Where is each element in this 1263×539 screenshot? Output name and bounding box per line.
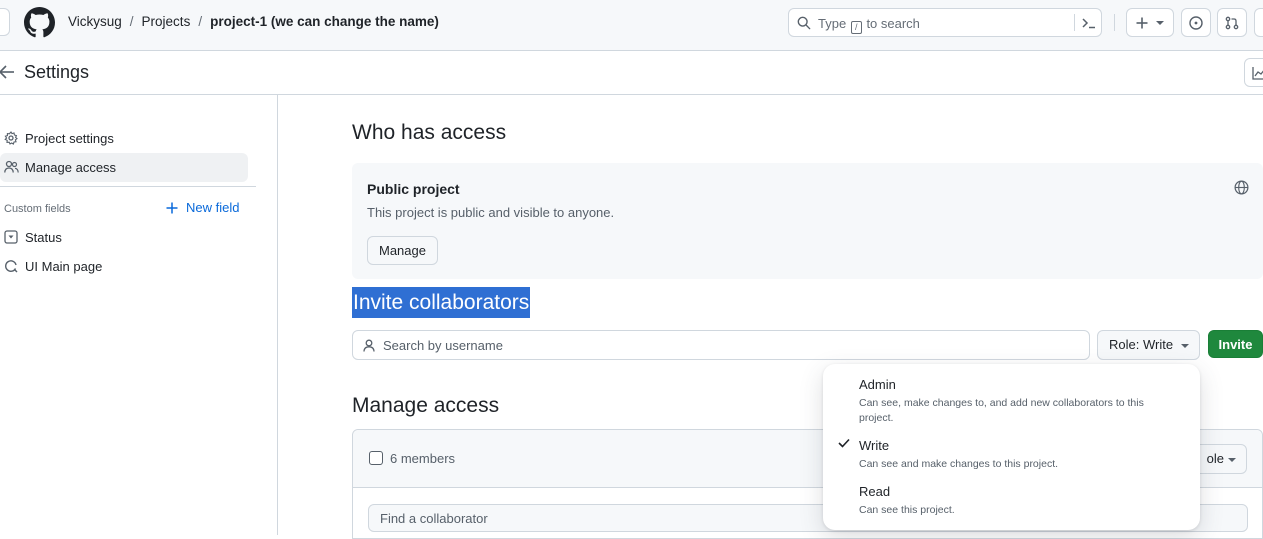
username-search-placeholder: Search by username: [383, 338, 503, 353]
header-divider: [1114, 14, 1115, 31]
find-collaborator-placeholder: Find a collaborator: [380, 511, 488, 526]
role-option-read[interactable]: Read Can see this project.: [823, 478, 1200, 522]
role-option-title: Write: [859, 438, 890, 453]
create-new-button[interactable]: [1126, 8, 1174, 37]
breadcrumb-separator: /: [198, 14, 203, 29]
breadcrumb-separator: /: [129, 14, 134, 29]
sidebar-field-label: UI Main page: [25, 259, 103, 274]
invite-button[interactable]: Invite: [1208, 330, 1263, 358]
manage-visibility-button[interactable]: Manage: [367, 236, 438, 265]
public-project-description: This project is public and visible to an…: [367, 205, 615, 220]
sidebar-field-status[interactable]: Status: [0, 223, 248, 252]
command-palette-icon[interactable]: [1081, 16, 1097, 30]
search-divider: [1074, 14, 1075, 31]
role-filter-label: ole: [1206, 451, 1224, 466]
inbox-button[interactable]: [1254, 8, 1263, 37]
role-select-button[interactable]: Role: Write: [1097, 330, 1200, 360]
role-option-admin[interactable]: Admin Can see, make changes to, and add …: [823, 364, 1200, 424]
global-search-input[interactable]: Type / to search: [788, 8, 1102, 37]
hamburger-icon: [0, 16, 2, 30]
graph-icon: [1252, 67, 1263, 80]
chevron-down-icon: [1181, 344, 1189, 348]
git-pull-request-icon: [1225, 16, 1239, 30]
person-icon: [363, 339, 375, 352]
custom-fields-heading: Custom fields: [4, 203, 71, 215]
role-option-write[interactable]: Write Can see and make changes to this p…: [823, 432, 1200, 472]
menu-button[interactable]: [0, 8, 10, 36]
sidebar-divider: [0, 186, 256, 187]
role-dropdown-menu: Admin Can see, make changes to, and add …: [823, 364, 1200, 530]
pull-requests-button[interactable]: [1217, 8, 1247, 37]
role-option-title: Read: [859, 484, 891, 499]
sidebar-field-label: Status: [25, 230, 62, 245]
chevron-down-icon: [1228, 458, 1236, 462]
sidebar-item-project-settings[interactable]: Project settings: [0, 124, 248, 153]
gear-icon: [4, 131, 18, 145]
new-field-button[interactable]: New field: [166, 200, 239, 215]
members-count: 6 members: [390, 451, 456, 466]
breadcrumb-owner[interactable]: Vickysug: [68, 14, 122, 29]
role-option-description: Can see, make changes to, and add new co…: [859, 397, 1144, 424]
globe-icon: [1234, 180, 1249, 195]
check-icon: [838, 438, 850, 448]
search-icon: [797, 16, 811, 30]
manage-access-heading: Manage access: [352, 394, 500, 417]
breadcrumb-projects[interactable]: Projects: [142, 14, 191, 29]
page-title: Settings: [24, 62, 90, 82]
settings-sidebar: Project settings Manage access Custom fi…: [0, 95, 278, 535]
sidebar-item-label: Manage access: [25, 160, 117, 175]
chevron-down-icon: [1156, 21, 1164, 25]
sidebar-field-ui-main-page[interactable]: UI Main page: [0, 252, 248, 281]
people-icon: [4, 160, 19, 173]
slash-key-hint: /: [850, 21, 862, 34]
username-search-input[interactable]: Search by username: [352, 330, 1090, 360]
role-option-description: Can see this project.: [859, 504, 955, 516]
plus-icon: [1136, 17, 1148, 29]
plus-icon: [166, 202, 178, 213]
sidebar-item-label: Project settings: [25, 131, 114, 146]
arrow-left-icon[interactable]: [0, 64, 16, 80]
role-select-label: Role: Write: [1109, 337, 1174, 352]
github-logo-icon[interactable]: [24, 7, 55, 38]
top-header: Vickysug / Projects / project-1 (we can …: [0, 0, 1263, 51]
role-option-description: Can see and make changes to this project…: [859, 458, 1059, 470]
single-select-icon: [4, 230, 18, 244]
public-project-title: Public project: [367, 181, 460, 197]
issue-opened-icon: [1189, 16, 1203, 30]
public-project-panel: Public project This project is public an…: [352, 163, 1263, 279]
invite-collaborators-heading: Invite collaborators: [352, 287, 531, 318]
role-option-title: Admin: [859, 377, 896, 392]
new-field-label: New field: [186, 200, 240, 215]
iteration-icon: [5, 260, 18, 273]
search-placeholder: Type / to search: [818, 16, 920, 34]
issues-button[interactable]: [1181, 8, 1211, 37]
breadcrumb-project[interactable]: project-1 (we can change the name): [210, 14, 439, 29]
sidebar-item-manage-access[interactable]: Manage access: [0, 153, 248, 182]
insights-button[interactable]: [1244, 58, 1263, 87]
breadcrumb: Vickysug / Projects / project-1 (we can …: [68, 14, 439, 29]
who-has-access-heading: Who has access: [352, 121, 507, 144]
select-all-checkbox[interactable]: [369, 451, 383, 465]
settings-bar: Settings: [0, 51, 1263, 95]
